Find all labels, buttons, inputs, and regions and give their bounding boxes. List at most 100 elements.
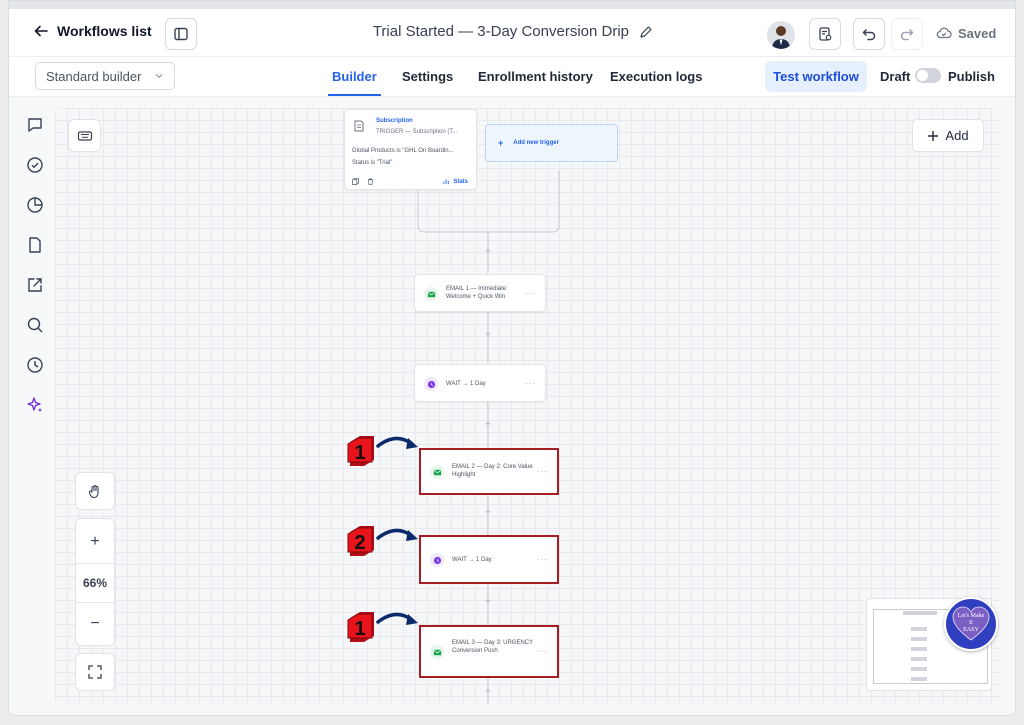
pencil-icon[interactable] [639,25,653,39]
tab-execution-logs[interactable]: Execution logs [610,69,702,84]
copy-icon[interactable] [352,178,359,185]
trigger-card[interactable]: Subscription TRIGGER — Subscription (T..… [344,109,477,190]
minimap-node [911,667,927,671]
fullscreen-icon [88,665,102,679]
zoom-in-button[interactable]: + [76,527,114,557]
add-button[interactable]: Add [912,119,984,152]
nav-history[interactable] [25,355,45,375]
workflow-canvas[interactable] [55,108,999,705]
chat-icon [28,118,42,132]
svg-text:Let's Make: Let's Make [958,613,985,619]
nav-reports[interactable] [25,195,45,215]
publish-toggle[interactable] [915,68,941,83]
tab-builder[interactable]: Builder [328,69,381,96]
trigger-subtitle: TRIGGER — Subscription (T... [376,129,458,135]
redo-button[interactable] [891,18,923,50]
step-email-2[interactable]: EMAIL 2 — Day 2: Core Value Highlight ··… [419,448,559,495]
nav-search[interactable] [25,315,45,335]
add-step-plus[interactable]: + [483,507,493,517]
back-to-workflows-link[interactable]: Workflows list [33,23,152,39]
document-list-icon [354,120,364,132]
minimap-node [911,637,927,641]
lets-make-it-easy-logo: Let's Make It EASY [944,597,998,651]
user-avatar[interactable] [767,21,795,49]
minimap-node [911,657,927,661]
sub-bar: Standard builder Builder Settings Enroll… [9,57,1015,97]
step-wait-2[interactable]: WAIT → 1 Day ··· [419,535,559,584]
external-link-icon [28,278,42,292]
search-icon [27,317,43,333]
nav-chat[interactable] [25,115,45,135]
svg-text:It: It [969,620,973,626]
more-options-icon[interactable]: ··· [537,647,548,656]
history-icon [27,357,43,373]
trash-icon[interactable] [367,178,374,185]
pan-tool-button[interactable] [75,472,115,510]
trigger-title: Subscription [376,118,413,124]
cloud-check-icon [936,27,952,39]
step-label: EMAIL 2 — Day 2: Core Value Highlight [452,464,533,478]
minimap-node [911,677,927,681]
stats-label: Stats [453,178,468,185]
pie-chart-icon [27,197,43,213]
step-email-3[interactable]: EMAIL 3 — Day 3: URGENCY Conversion Push… [419,625,559,678]
callout-marker-3: 1 [347,612,418,642]
trigger-actions [352,178,374,185]
more-options-icon[interactable]: ··· [537,555,548,564]
chevron-down-icon [155,74,163,79]
email-icon [430,465,444,479]
nav-ai[interactable] [25,395,45,415]
tab-enrollment-history[interactable]: Enrollment history [478,69,593,84]
marker-number: 2 [354,532,365,554]
clock-icon [430,553,444,567]
zoom-level: 66% [76,563,114,603]
fit-view-button[interactable] [75,653,115,691]
step-wait-1[interactable]: WAIT → 1 Day ··· [414,364,546,402]
builder-type-select[interactable]: Standard builder [35,62,175,90]
svg-text:EASY: EASY [963,627,979,633]
clipboard-settings-icon [819,27,832,41]
test-workflow-button[interactable]: Test workflow [765,61,867,92]
keyboard-icon [77,130,92,141]
toggle-sidebar-button[interactable] [165,18,197,50]
callout-marker-2: 2 [347,526,418,556]
step-label: EMAIL 1 — Immediate: Welcome + Quick Win [446,286,508,300]
nav-tasks[interactable] [25,155,45,175]
keyboard-shortcuts-button[interactable] [68,119,101,152]
nav-documents[interactable] [25,235,45,255]
add-step-plus[interactable]: + [483,596,493,606]
nav-external[interactable] [25,275,45,295]
step-label: EMAIL 3 — Day 3: URGENCY Conversion Push [452,640,534,654]
zoom-out-button[interactable]: − [76,609,114,639]
more-options-icon[interactable]: ··· [537,467,548,476]
tab-settings[interactable]: Settings [402,69,453,84]
workflow-notes-button[interactable] [809,18,841,50]
add-new-trigger-button[interactable]: + Add new trigger [485,124,618,162]
step-label: WAIT → 1 Day [452,557,492,563]
add-step-plus[interactable]: + [483,246,493,256]
more-options-icon[interactable]: ··· [525,379,536,388]
minimap-node [911,647,927,651]
publish-label[interactable]: Publish [948,69,995,84]
add-label: Add [945,128,969,143]
undo-button[interactable] [853,18,885,50]
plus-icon: + [498,138,504,148]
plus-icon [928,130,939,141]
more-options-icon[interactable]: ··· [525,289,536,298]
arrow-left-icon [34,25,48,37]
add-step-plus[interactable]: + [483,419,493,429]
sidebar-panel-icon [174,27,188,41]
check-circle-icon [27,157,43,173]
add-trigger-label: Add new trigger [513,140,559,146]
step-label: WAIT → 1 Day [446,381,486,387]
add-step-plus[interactable]: + [483,329,493,339]
add-step-plus[interactable]: + [483,686,493,696]
bar-chart-icon [443,179,450,185]
clock-icon [424,377,438,391]
document-icon [29,237,41,253]
step-email-1[interactable]: EMAIL 1 — Immediate: Welcome + Quick Win… [414,274,546,312]
save-status: Saved [936,25,996,41]
person-avatar-icon [767,21,795,49]
email-icon [424,287,438,301]
trigger-stats-link[interactable]: Stats [443,178,468,185]
